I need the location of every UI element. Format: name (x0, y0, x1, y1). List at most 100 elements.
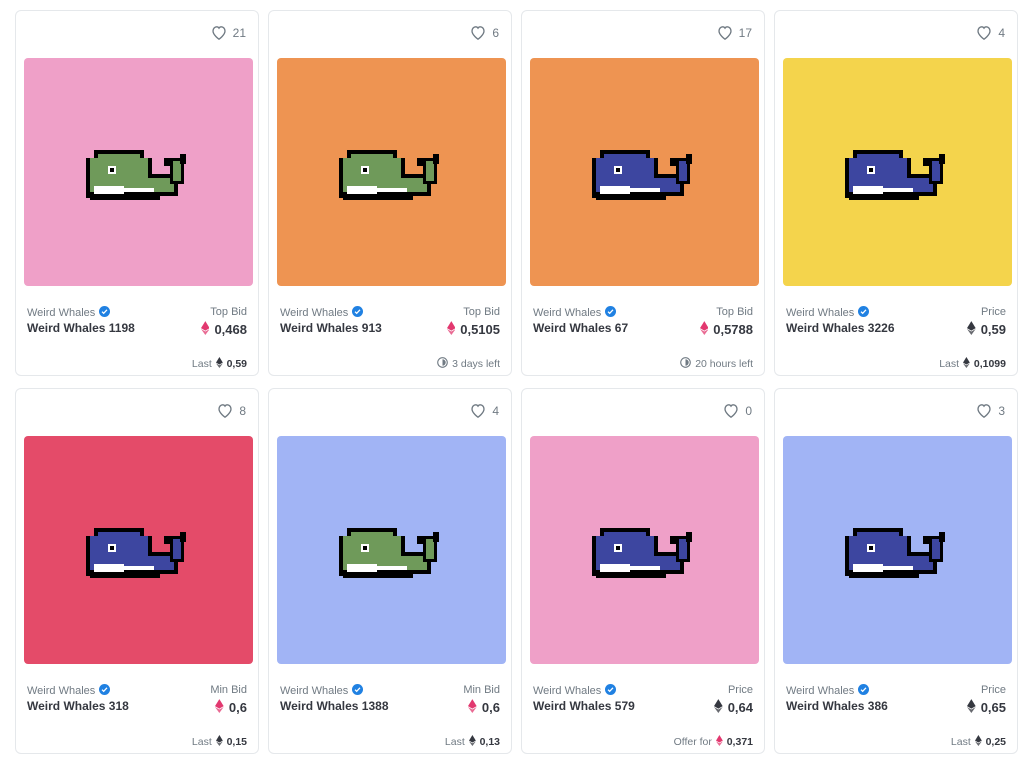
nft-name[interactable]: Weird Whales 3226 (786, 321, 895, 335)
collection-name[interactable]: Weird Whales (27, 306, 111, 320)
nft-name[interactable]: Weird Whales 579 (533, 699, 635, 713)
nft-name[interactable]: Weird Whales 1198 (27, 321, 135, 335)
footer-value: 0,371 (726, 736, 753, 748)
collection-name[interactable]: Weird Whales (786, 306, 870, 320)
nft-image[interactable] (277, 58, 506, 286)
like-button[interactable]: 3 (976, 403, 1005, 418)
footer-label: Last (191, 358, 212, 370)
verified-badge-icon (858, 684, 870, 698)
nft-name[interactable]: Weird Whales 386 (786, 699, 888, 713)
ethereum-icon (215, 735, 223, 749)
like-count: 4 (998, 25, 1005, 40)
collection-name[interactable]: Weird Whales (786, 684, 870, 698)
footer-label: Last (950, 736, 971, 748)
nft-image[interactable] (530, 58, 759, 286)
like-button[interactable]: 17 (717, 25, 752, 40)
nft-image[interactable] (277, 436, 506, 664)
verified-badge-icon (605, 306, 617, 320)
ethereum-icon (215, 357, 223, 371)
price-value: 0,59 (967, 321, 1006, 338)
nft-card[interactable]: 21 Weird Whales Weird Whales 1198 Top Bid 0,… (15, 10, 259, 376)
ethereum-icon (446, 321, 456, 338)
nft-image[interactable] (530, 436, 759, 664)
card-footer: Last 0,25 (951, 735, 1006, 749)
collection-label: Weird Whales (786, 307, 855, 319)
like-button[interactable]: 8 (217, 403, 246, 418)
card-footer: Last 0,15 (192, 735, 247, 749)
nft-card[interactable]: 4 Weird Whales Weird Whales 1388 Min Bid 0,6… (268, 388, 512, 754)
like-button[interactable]: 21 (211, 25, 246, 40)
collection-label: Weird Whales (533, 307, 602, 319)
price-amount: 0,5788 (713, 322, 753, 337)
collection-label: Weird Whales (786, 685, 855, 697)
footer-value: 0,1099 (973, 358, 1006, 370)
heart-icon (976, 25, 992, 40)
nft-name[interactable]: Weird Whales 913 (280, 321, 382, 335)
like-button[interactable]: 4 (976, 25, 1005, 40)
card-footer: Last 0,59 (192, 357, 247, 371)
nft-image[interactable] (24, 436, 253, 664)
price-label: Min Bid (463, 684, 500, 696)
ethereum-icon (967, 699, 976, 716)
verified-badge-icon (99, 306, 111, 320)
price-value: 0,5105 (446, 321, 500, 338)
price-value: 0,5788 (699, 321, 753, 338)
nft-card[interactable]: 6 Weird Whales Weird Whales 913 Top Bid 0,51… (268, 10, 512, 376)
price-amount: 0,5105 (460, 322, 500, 337)
like-count: 4 (492, 403, 499, 418)
price-label: Price (980, 306, 1006, 318)
price-label: Top Bid (716, 306, 753, 318)
ethereum-icon (200, 321, 210, 338)
nft-card[interactable]: 0 Weird Whales Weird Whales 579 Price 0,64 Of… (521, 388, 765, 754)
heart-icon (470, 403, 486, 418)
price-value: 0,6 (468, 699, 500, 716)
heart-icon (211, 25, 227, 40)
like-button[interactable]: 4 (470, 403, 499, 418)
collection-label: Weird Whales (27, 685, 96, 697)
footer-value: 0,25 (985, 736, 1006, 748)
card-footer: Last 0,13 (445, 735, 500, 749)
ethereum-icon (468, 699, 477, 716)
footer-label: Last (444, 736, 465, 748)
verified-badge-icon (352, 684, 364, 698)
nft-image[interactable] (783, 58, 1012, 286)
heart-icon (976, 403, 992, 418)
verified-badge-icon (605, 684, 617, 698)
footer-label: Last (939, 358, 960, 370)
price-label: Top Bid (463, 306, 500, 318)
ethereum-icon (974, 735, 982, 749)
like-count: 0 (745, 403, 752, 418)
collection-label: Weird Whales (533, 685, 602, 697)
nft-card[interactable]: 4 Weird Whales Weird Whales 3226 Price 0,59 L… (774, 10, 1018, 376)
nft-name[interactable]: Weird Whales 1388 (280, 699, 389, 713)
verified-badge-icon (352, 306, 364, 320)
ethereum-icon (699, 321, 709, 338)
heart-icon (470, 25, 486, 40)
price-amount: 0,6 (228, 700, 247, 715)
nft-name[interactable]: Weird Whales 318 (27, 699, 129, 713)
collection-name[interactable]: Weird Whales (280, 306, 364, 320)
collection-name[interactable]: Weird Whales (280, 684, 364, 698)
nft-image[interactable] (24, 58, 253, 286)
nft-card[interactable]: 3 Weird Whales Weird Whales 386 Price 0,65 La… (774, 388, 1018, 754)
nft-name[interactable]: Weird Whales 67 (533, 321, 628, 335)
nft-card[interactable]: 17 Weird Whales Weird Whales 67 Top Bid 0,57… (521, 10, 765, 376)
collection-name[interactable]: Weird Whales (533, 306, 617, 320)
price-label: Price (980, 684, 1006, 696)
heart-icon (717, 25, 733, 40)
ethereum-icon (215, 699, 224, 716)
collection-name[interactable]: Weird Whales (533, 684, 617, 698)
price-label: Price (727, 684, 753, 696)
price-amount: 0,59 (980, 322, 1006, 337)
price-amount: 0,64 (727, 700, 753, 715)
price-value: 0,6 (215, 699, 247, 716)
ethereum-icon (468, 735, 476, 749)
like-button[interactable]: 6 (470, 25, 499, 40)
price-value: 0,468 (200, 321, 247, 338)
nft-card[interactable]: 8 Weird Whales Weird Whales 318 Min Bid 0,6 L… (15, 388, 259, 754)
price-value: 0,65 (967, 699, 1006, 716)
collection-label: Weird Whales (280, 685, 349, 697)
like-button[interactable]: 0 (723, 403, 752, 418)
collection-name[interactable]: Weird Whales (27, 684, 111, 698)
nft-image[interactable] (783, 436, 1012, 664)
